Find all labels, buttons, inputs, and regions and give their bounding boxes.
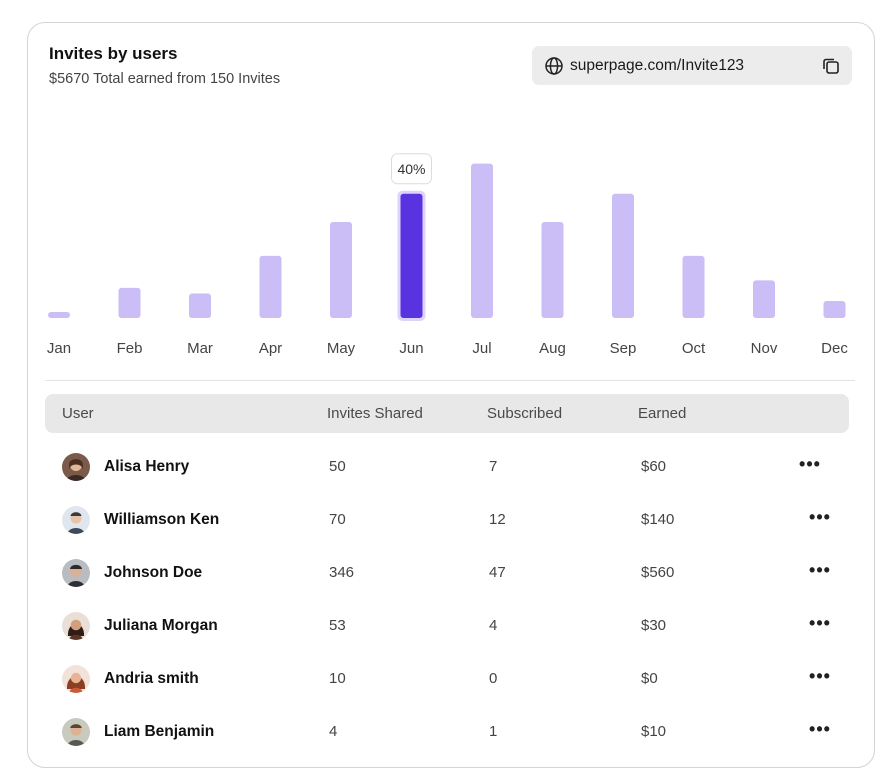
invites-shared-value: 70 [329,511,346,528]
avatar [62,665,90,693]
table-row[interactable]: Andria smith 10 0 $0 ••• [45,654,849,706]
header-subscribed: Subscribed [487,405,563,422]
subscribed-value: 1 [489,723,498,740]
x-tick-label: Nov [751,340,778,357]
more-options-icon[interactable]: ••• [807,719,833,741]
bar-mar[interactable] [189,293,211,318]
subscribed-value: 0 [489,670,498,687]
table-row[interactable]: Johnson Doe 346 47 $560 ••• [45,548,849,600]
bar-sep[interactable] [612,193,634,318]
more-options-icon[interactable]: ••• [807,613,833,635]
user-name: Alisa Henry [104,458,190,475]
bar-oct[interactable] [682,255,705,318]
bar-jan[interactable] [48,312,70,318]
bar-aug[interactable] [541,222,564,318]
earned-value: $140 [641,511,675,528]
table-row[interactable]: Williamson Ken 70 12 $140 ••• [45,495,849,547]
earned-value: $30 [641,617,667,634]
x-tick-label: Aug [539,340,566,357]
avatar [62,718,90,746]
x-tick-label: Mar [187,340,213,357]
invites-shared-value: 4 [329,723,338,740]
user-name: Johnson Doe [104,564,203,581]
more-options-icon[interactable]: ••• [807,507,833,529]
x-tick-label: Jan [47,340,71,357]
x-tick-label: Feb [117,340,143,357]
bar-jul[interactable] [471,163,493,318]
subscribed-value: 12 [489,511,506,528]
x-tick-label: Sep [610,340,637,357]
table-header: User Invites Shared Subscribed Earned [45,394,849,433]
header-user: User [62,405,94,422]
x-tick-label: Dec [821,340,848,357]
x-tick-label: May [327,340,356,357]
invites-shared-value: 53 [329,617,346,634]
invites-shared-value: 346 [329,564,355,581]
subscribed-value: 7 [489,458,498,475]
invites-shared-value: 50 [329,458,346,475]
more-options-icon[interactable]: ••• [797,454,823,476]
table-row[interactable]: Alisa Henry 50 7 $60 ••• [45,442,849,494]
earned-value: $0 [641,670,658,687]
x-tick-label: Oct [682,340,706,357]
x-tick-label: Jun [399,340,423,357]
avatar [62,612,90,640]
subscribed-value: 4 [489,617,498,634]
earned-value: $60 [641,458,667,475]
earned-value: $560 [641,564,675,581]
avatar [62,453,90,481]
bar-nov[interactable] [753,280,775,318]
user-name: Juliana Morgan [104,617,218,634]
header-earned: Earned [638,405,687,422]
header-invites-shared: Invites Shared [327,405,423,422]
table-row[interactable]: Liam Benjamin 4 1 $10 ••• [45,707,849,759]
earned-value: $10 [641,723,667,740]
user-name: Liam Benjamin [104,723,215,740]
invites-bar-chart: Jan Feb Mar Apr May Jun 40% Jul Aug Sep Oct Nov Dec [47,153,848,357]
table-row[interactable]: Juliana Morgan 53 4 $30 ••• [45,601,849,653]
bar-jun[interactable] [400,193,423,318]
user-name: Williamson Ken [104,511,220,528]
divider [45,380,855,381]
bar-dec[interactable] [823,301,846,318]
bar-may[interactable] [330,222,352,318]
bar-tooltip-label: 40% [397,161,425,177]
avatar [62,559,90,587]
bar-apr[interactable] [259,255,282,318]
user-name: Andria smith [104,670,199,687]
avatar [62,506,90,534]
bar-feb[interactable] [118,287,141,318]
subscribed-value: 47 [489,564,506,581]
invites-card: Invites by users $5670 Total earned from… [27,22,875,768]
more-options-icon[interactable]: ••• [807,666,833,688]
x-tick-label: Apr [259,340,282,357]
x-tick-label: Jul [472,340,491,357]
invites-shared-value: 10 [329,670,346,687]
more-options-icon[interactable]: ••• [807,560,833,582]
